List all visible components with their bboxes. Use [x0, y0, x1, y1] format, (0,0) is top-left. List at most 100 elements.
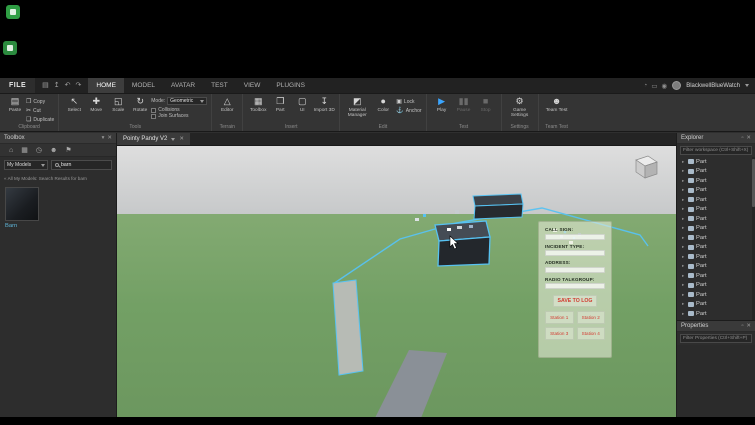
chevron-right-icon[interactable]: ▸: [682, 311, 686, 317]
view-selector-icon[interactable]: [635, 155, 658, 179]
part-button[interactable]: ❒ Part: [269, 96, 291, 123]
tab-test[interactable]: TEST: [203, 78, 236, 93]
tree-row[interactable]: ▸ Part: [677, 243, 755, 253]
model-thumbnail[interactable]: [5, 186, 39, 221]
tree-row[interactable]: ▸ Part: [677, 252, 755, 262]
chevron-right-icon[interactable]: ▸: [682, 282, 686, 288]
explorer-filter-input[interactable]: Filter workspace (Ctrl+Shift+X): [680, 146, 752, 155]
save-icon[interactable]: ▤: [42, 78, 49, 94]
color-button[interactable]: ● Color: [370, 96, 396, 123]
os-shortcut-icon[interactable]: [6, 5, 20, 19]
station-4-button[interactable]: Station 4: [576, 327, 605, 340]
tab-avatar[interactable]: AVATAR: [163, 78, 203, 93]
chat-icon[interactable]: ▭: [651, 82, 657, 90]
toolbox-search-input[interactable]: barn: [51, 160, 112, 170]
select-tool-button[interactable]: ↖ Select: [63, 96, 85, 123]
copy-button[interactable]: ❐ Copy: [26, 98, 54, 106]
publish-icon[interactable]: ↥: [54, 78, 60, 94]
back-building[interactable]: [472, 193, 524, 220]
popout-icon[interactable]: ▫: [741, 135, 743, 141]
notifications-icon[interactable]: ◔: [643, 82, 647, 90]
avatar[interactable]: [672, 81, 682, 90]
close-icon[interactable]: ✕: [179, 136, 184, 142]
team-test-button[interactable]: ☻ Team Test: [543, 96, 571, 123]
rotate-tool-button[interactable]: ↻ Rotate: [129, 96, 151, 123]
chevron-right-icon[interactable]: ▸: [682, 235, 686, 241]
tree-row[interactable]: ▸ Part: [677, 233, 755, 243]
currency-icon[interactable]: ◉: [662, 82, 668, 90]
move-tool-button[interactable]: ✚ Move: [85, 96, 107, 123]
tree-row[interactable]: ▸ Part: [677, 167, 755, 177]
import-3d-button[interactable]: ↧ Import 3D: [313, 96, 335, 123]
close-icon[interactable]: ✕: [746, 135, 751, 141]
duplicate-button[interactable]: ❏ Duplicate: [26, 116, 54, 124]
redo-icon[interactable]: ↷: [76, 78, 82, 94]
terrain-editor-button[interactable]: △ Editor: [216, 96, 238, 123]
station-1-button[interactable]: Station 1: [545, 311, 574, 324]
stop-button[interactable]: ■ Stop: [475, 96, 497, 123]
file-menu-button[interactable]: FILE: [0, 78, 36, 93]
pause-button[interactable]: ▮▮ Pause: [453, 96, 475, 123]
chevron-right-icon[interactable]: ▸: [682, 273, 686, 279]
tab-view[interactable]: VIEW: [236, 78, 269, 93]
properties-filter-input[interactable]: Filter Properties (Ctrl+Shift+P): [680, 334, 752, 343]
save-to-log-button[interactable]: SAVE TO LOG: [552, 295, 598, 307]
marketplace-icon[interactable]: ⌂: [9, 147, 13, 154]
pin-icon[interactable]: ▾: [102, 135, 105, 141]
plugins-icon[interactable]: ⚑: [65, 146, 71, 154]
tree-row[interactable]: ▸ Part: [677, 290, 755, 300]
tree-row[interactable]: ▸ Part: [677, 186, 755, 196]
overlay-field-input[interactable]: [545, 266, 605, 273]
chevron-right-icon[interactable]: ▸: [682, 216, 686, 222]
anchor-button[interactable]: ⚓ Anchor: [396, 107, 421, 115]
inventory-icon[interactable]: ▦: [21, 146, 28, 154]
chevron-right-icon[interactable]: ▸: [682, 263, 686, 269]
station-2-button[interactable]: Station 2: [576, 311, 605, 324]
chevron-right-icon[interactable]: ▸: [682, 254, 686, 260]
3d-scene[interactable]: CALL SIGN: INCIDENT TYPE: ADDRESS: RADIO…: [117, 146, 676, 417]
tree-row[interactable]: ▸ Part: [677, 195, 755, 205]
toolbox-category-select[interactable]: My Models: [4, 160, 48, 170]
lock-button[interactable]: ▣ Lock: [396, 98, 421, 106]
chevron-right-icon[interactable]: ▸: [682, 225, 686, 231]
ui-button[interactable]: ▢ UI: [291, 96, 313, 123]
tree-row[interactable]: ▸ Part: [677, 214, 755, 224]
road[interactable]: [375, 350, 447, 417]
game-settings-button[interactable]: ⚙ Game Settings: [506, 96, 534, 123]
chevron-down-icon[interactable]: [171, 137, 176, 141]
chevron-right-icon[interactable]: ▸: [682, 244, 686, 250]
popout-icon[interactable]: ▫: [741, 323, 743, 329]
toolbox-button[interactable]: ▦ Toolbox: [247, 96, 269, 123]
close-icon[interactable]: ✕: [746, 323, 751, 329]
overlay-field-input[interactable]: [545, 233, 605, 240]
toolbox-result-item[interactable]: Barn: [5, 186, 43, 229]
cut-button[interactable]: ✂ Cut: [26, 107, 54, 115]
join-surfaces-checkbox[interactable]: Join Surfaces: [151, 113, 207, 119]
overlay-field-input[interactable]: [545, 250, 605, 256]
wall-part[interactable]: [332, 279, 364, 376]
tree-row[interactable]: ▸ Part: [677, 300, 755, 310]
material-manager-button[interactable]: ◩ Material Manager: [344, 96, 370, 123]
tree-row[interactable]: ▸ Part: [677, 262, 755, 272]
account-chevron-down-icon[interactable]: [745, 84, 749, 87]
tree-row[interactable]: ▸ Part: [677, 271, 755, 281]
chevron-right-icon[interactable]: ▸: [682, 292, 686, 298]
overlay-field-input[interactable]: [545, 283, 605, 289]
tree-row[interactable]: ▸ Part: [677, 281, 755, 291]
close-icon[interactable]: ✕: [107, 135, 112, 141]
tab-model[interactable]: MODEL: [124, 78, 163, 93]
os-shortcut-icon[interactable]: [3, 41, 17, 55]
chevron-right-icon[interactable]: ▸: [682, 159, 686, 165]
chevron-right-icon[interactable]: ▸: [682, 206, 686, 212]
chevron-right-icon[interactable]: ▸: [682, 168, 686, 174]
chevron-right-icon[interactable]: ▸: [682, 197, 686, 203]
tree-row[interactable]: ▸ Part: [677, 157, 755, 167]
place-tab[interactable]: Pointy Pandy V2 ✕: [117, 133, 190, 145]
undo-icon[interactable]: ↶: [65, 78, 71, 94]
tree-row[interactable]: ▸ Part: [677, 176, 755, 186]
selected-building[interactable]: [434, 220, 491, 267]
tab-home[interactable]: HOME: [88, 78, 124, 93]
play-button[interactable]: ▶ Play: [431, 96, 453, 123]
paste-button[interactable]: ▤ Paste: [4, 96, 26, 123]
chevron-right-icon[interactable]: ▸: [682, 187, 686, 193]
